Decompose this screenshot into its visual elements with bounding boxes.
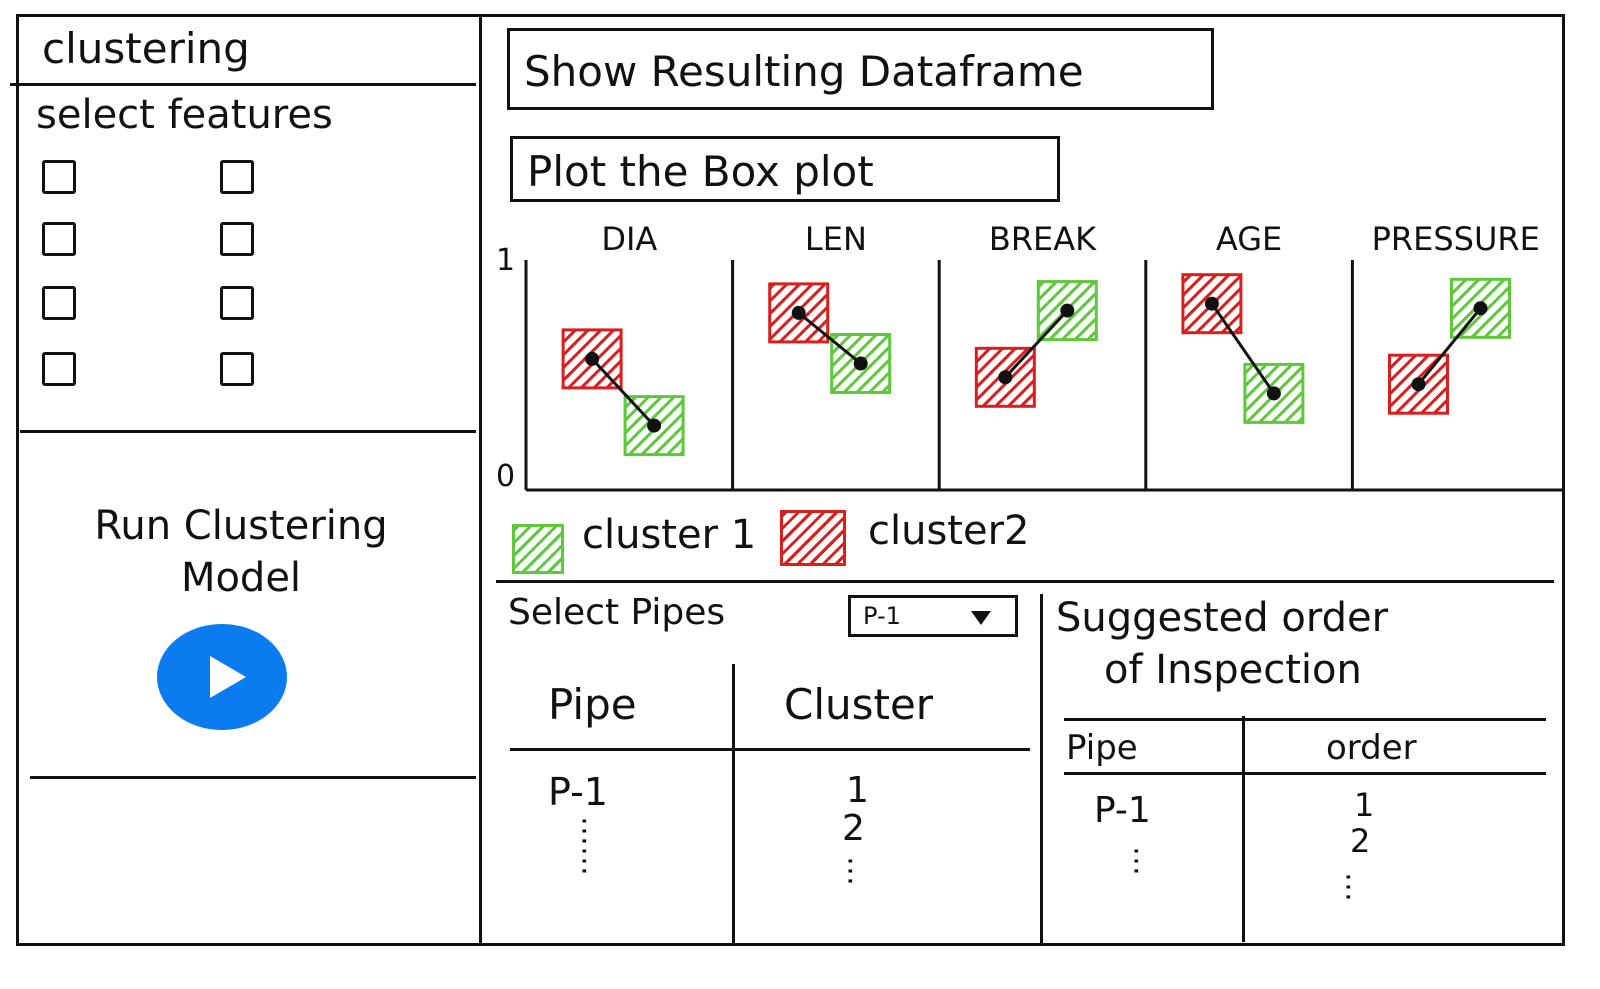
median-point xyxy=(1473,301,1488,316)
pipe-table-header-cluster: Cluster xyxy=(784,680,934,729)
pipe-table-row1-cluster[interactable]: 1 xyxy=(846,770,869,811)
legend-label-cluster1: cluster 1 xyxy=(582,512,757,558)
category-label: PRESSURE xyxy=(1372,220,1540,258)
order-table-ellipsis-order: ⋯ xyxy=(1331,872,1366,902)
features-divider xyxy=(20,430,476,433)
median-point xyxy=(853,356,868,371)
suggested-order-title-line1: Suggested order xyxy=(1056,595,1389,641)
feature-checkbox[interactable] xyxy=(42,352,76,386)
pipe-table-header-pipe: Pipe xyxy=(548,680,637,729)
order-table-row2-order[interactable]: 2 xyxy=(1350,822,1370,860)
sidebar-bottom-divider xyxy=(30,776,476,779)
boxplot-chart: 0 1 DIA LEN BREAK AGE PRESSURE xyxy=(496,220,1565,494)
sidebar-title: clustering xyxy=(42,24,250,73)
category-label: BREAK xyxy=(989,220,1097,258)
suggested-order-title: Suggested order of Inspection xyxy=(1056,592,1556,696)
chevron-down-icon xyxy=(971,611,991,625)
play-icon xyxy=(210,656,246,698)
show-dataframe-button[interactable]: Show Resulting Dataframe xyxy=(507,28,1214,110)
median-point xyxy=(585,351,600,366)
run-clustering-label-line2: Model xyxy=(180,555,302,601)
run-clustering-label-line1: Run Clustering xyxy=(94,503,388,549)
pipe-dropdown[interactable]: P-1 xyxy=(848,595,1018,637)
median-point xyxy=(998,370,1013,385)
y-tick-label: 1 xyxy=(496,243,515,278)
legend-divider xyxy=(496,580,1554,583)
pipe-table-ellipsis-cluster: ⋯ xyxy=(833,856,868,886)
features-label: select features xyxy=(36,92,333,138)
feature-checkbox[interactable] xyxy=(220,222,254,256)
order-table-top-divider xyxy=(1064,718,1546,721)
category-label: AGE xyxy=(1216,220,1282,258)
sidebar-title-divider xyxy=(10,83,476,86)
feature-checkbox[interactable] xyxy=(42,160,76,194)
legend-swatch-cluster1 xyxy=(512,524,564,574)
lower-section-divider xyxy=(1040,594,1043,946)
median-connector-line xyxy=(591,357,656,427)
pipe-table-header-divider xyxy=(510,748,1030,751)
pipe-table-row2-cluster[interactable]: 2 xyxy=(842,808,865,849)
pipe-table-row1-pipe[interactable]: P-1 xyxy=(548,770,608,814)
median-point xyxy=(791,305,806,320)
order-table-row1-order[interactable]: 1 xyxy=(1354,786,1374,824)
feature-checkbox[interactable] xyxy=(220,286,254,320)
pipe-table-ellipsis-pipe: ⋯⋯ xyxy=(567,816,602,876)
select-pipes-label: Select Pipes xyxy=(508,592,726,633)
suggested-order-title-line2: of Inspection xyxy=(1104,647,1362,693)
median-connector-line xyxy=(1004,309,1069,379)
order-table-column-divider xyxy=(1242,716,1245,942)
sidebar-panel xyxy=(16,14,482,946)
median-point xyxy=(1411,377,1426,392)
y-tick-label: 0 xyxy=(496,459,515,494)
legend-swatch-cluster2 xyxy=(780,510,846,566)
median-connector-line xyxy=(1417,307,1482,386)
median-point xyxy=(1204,296,1219,311)
plot-boxplot-button-label: Plot the Box plot xyxy=(527,147,874,196)
median-point xyxy=(1060,303,1075,318)
feature-checkbox[interactable] xyxy=(42,222,76,256)
category-label: DIA xyxy=(601,220,657,258)
category-label: LEN xyxy=(805,220,867,258)
order-table-header-order: order xyxy=(1326,728,1417,768)
median-point xyxy=(647,418,662,433)
legend-label-cluster2: cluster2 xyxy=(868,508,1030,554)
run-clustering-label: Run Clustering Model xyxy=(46,500,436,604)
order-table-header-divider xyxy=(1064,772,1546,775)
feature-checkbox[interactable] xyxy=(220,352,254,386)
plot-boxplot-button[interactable]: Plot the Box plot xyxy=(510,136,1060,202)
median-point xyxy=(1266,386,1281,401)
run-clustering-button[interactable] xyxy=(157,624,287,730)
feature-checkbox[interactable] xyxy=(42,286,76,320)
pipe-table-column-divider xyxy=(732,664,735,946)
order-table-ellipsis-pipe: ⋯ xyxy=(1119,846,1154,876)
median-connector-line xyxy=(1210,302,1276,395)
order-table-header-pipe: Pipe xyxy=(1066,728,1138,768)
show-dataframe-button-label: Show Resulting Dataframe xyxy=(524,47,1084,96)
order-table-row1-pipe[interactable]: P-1 xyxy=(1094,790,1151,831)
feature-checkbox[interactable] xyxy=(220,160,254,194)
pipe-dropdown-value: P-1 xyxy=(863,602,901,630)
